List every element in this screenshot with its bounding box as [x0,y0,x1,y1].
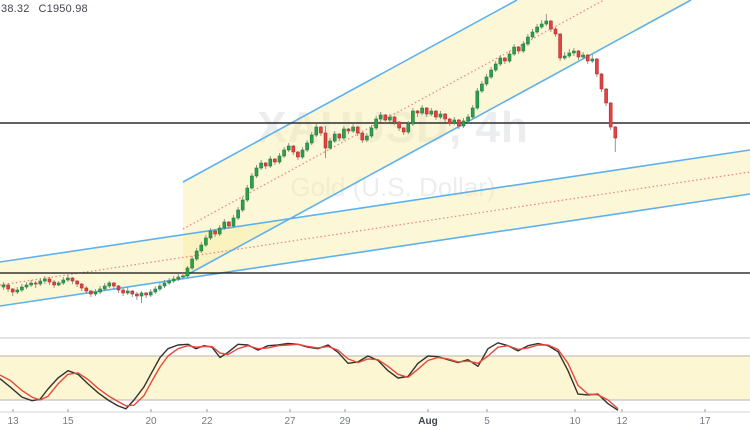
time-axis-label-27: 27 [284,416,296,427]
time-axis-label-17: 17 [699,416,711,427]
time-axis-label-Aug: Aug [418,416,437,427]
time-axis-label-22: 22 [201,416,213,427]
oscillator-pane [0,337,750,411]
time-axis[interactable]: 13 15 20 22 27 29 Aug 5 10 12 17 [0,409,750,427]
channel-fills [0,0,750,306]
ohlc-legend: 38.32 C1950.98 [1,3,88,15]
ohlc-legend-close-value: C1950.98 [38,3,88,15]
price-chart-canvas[interactable]: 13 15 20 22 27 29 Aug 5 10 12 17 [0,0,750,430]
time-axis-label-13: 13 [7,416,19,427]
oscillator-band-fill [0,356,750,400]
ohlc-legend-low-value: 38.32 [1,3,30,15]
time-axis-label-5: 5 [484,416,490,427]
trading-chart-window: 38.32 C1950.98 XAUUSD, 4h Gold (U.S. Dol… [0,0,750,430]
time-axis-label-12: 12 [616,416,628,427]
time-axis-label-29: 29 [339,416,351,427]
time-axis-label-10: 10 [569,416,581,427]
shallow-ascending-channel-fill [0,150,750,306]
time-axis-label-20: 20 [145,416,157,427]
time-axis-label-15: 15 [62,416,74,427]
